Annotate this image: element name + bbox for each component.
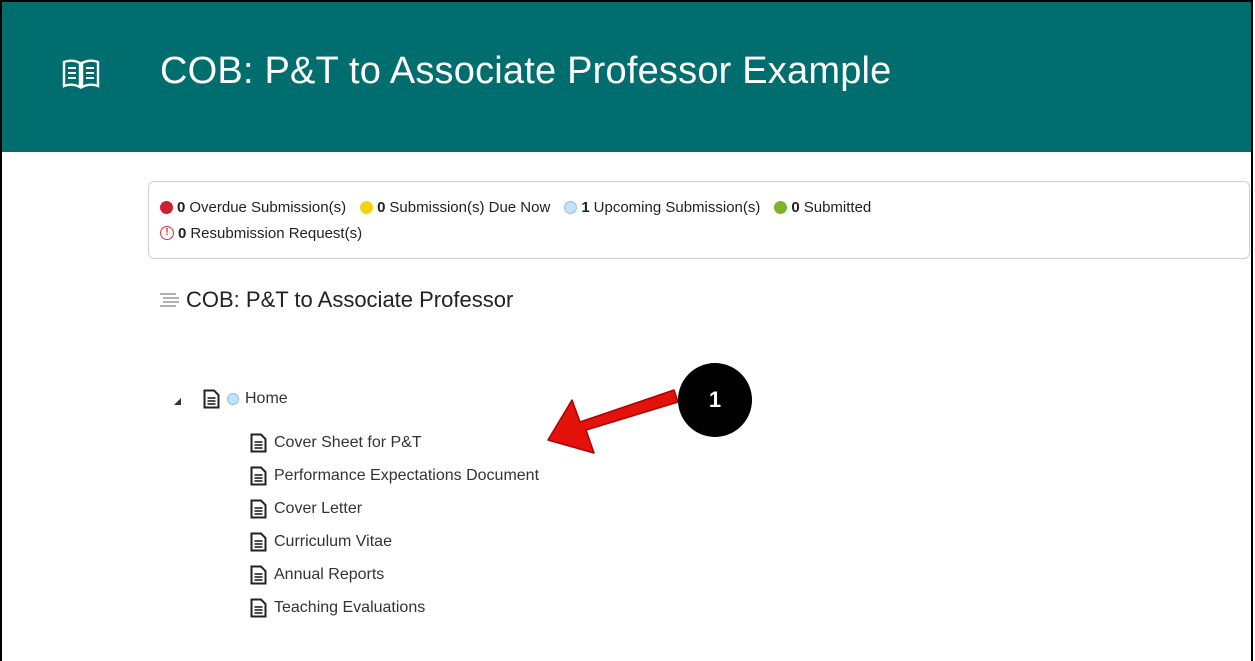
yellow-dot-icon [360, 200, 374, 214]
section-heading: COB: P&T to Associate Professor [160, 287, 513, 313]
document-icon [250, 532, 267, 551]
tree-node-cover-letter[interactable]: Cover Letter [250, 492, 539, 525]
red-dot-icon [160, 200, 173, 214]
exclamation-circle-icon: ! [160, 226, 174, 240]
overdue-count: 0 [177, 198, 186, 216]
light-blue-dot-icon [227, 393, 239, 405]
tree-node-label: Teaching Evaluations [274, 598, 426, 616]
status-line-1: 0 Overdue Submission(s) 0 Submission(s) … [160, 194, 1249, 220]
resubmission-label: Resubmission Request(s) [190, 224, 363, 242]
page-header: COB: P&T to Associate Professor Example [2, 2, 1251, 152]
document-icon [250, 598, 267, 617]
overdue-label: Overdue Submission(s) [189, 198, 347, 216]
tree-node-label: Performance Expectations Document [274, 466, 540, 484]
tree-node-performance-expectations[interactable]: Performance Expectations Document [250, 459, 539, 492]
tree-node-home[interactable]: Home [174, 389, 288, 409]
tree-node-label: Curriculum Vitae [274, 532, 392, 550]
light-blue-dot-icon [564, 200, 578, 214]
tree-node-teaching-evaluations[interactable]: Teaching Evaluations [250, 591, 539, 624]
document-icon [250, 466, 267, 485]
status-resubmission[interactable]: ! 0 Resubmission Request(s) [160, 225, 362, 242]
document-icon [250, 565, 267, 584]
section-title: COB: P&T to Associate Professor [186, 287, 514, 312]
upcoming-label: Upcoming Submission(s) [593, 198, 761, 216]
tree-node-label: Annual Reports [274, 565, 385, 583]
document-icon [203, 389, 220, 409]
status-line-2: ! 0 Resubmission Request(s) [160, 220, 1249, 246]
submitted-label: Submitted [803, 198, 872, 216]
list-lines-icon [160, 293, 179, 307]
green-dot-icon [774, 200, 788, 214]
page-title: COB: P&T to Associate Professor Example [160, 50, 892, 92]
tree-node-cover-sheet[interactable]: Cover Sheet for P&T [250, 426, 539, 459]
status-due-now[interactable]: 0 Submission(s) Due Now [360, 199, 550, 216]
document-icon [250, 433, 267, 452]
status-submitted[interactable]: 0 Submitted [774, 199, 871, 216]
due-now-count: 0 [377, 198, 386, 216]
book-icon [62, 59, 100, 89]
callout-number-badge: 1 [678, 363, 752, 437]
tree-node-annual-reports[interactable]: Annual Reports [250, 558, 539, 591]
due-now-label: Submission(s) Due Now [389, 198, 551, 216]
tree-node-curriculum-vitae[interactable]: Curriculum Vitae [250, 525, 539, 558]
expand-triangle-icon[interactable] [174, 397, 181, 405]
tree-node-label: Cover Letter [274, 499, 363, 517]
status-upcoming[interactable]: 1 Upcoming Submission(s) [564, 199, 760, 216]
submitted-count: 0 [791, 198, 800, 216]
status-overdue[interactable]: 0 Overdue Submission(s) [160, 199, 346, 216]
submission-status-summary: 0 Overdue Submission(s) 0 Submission(s) … [148, 181, 1250, 259]
tree-children: Cover Sheet for P&T Performance Expectat… [250, 426, 539, 624]
document-icon [250, 499, 267, 518]
tree-node-label: Cover Sheet for P&T [274, 433, 422, 451]
upcoming-count: 1 [581, 198, 590, 216]
resubmission-count: 0 [178, 224, 187, 242]
tree-node-label: Home [245, 390, 288, 407]
app-frame: COB: P&T to Associate Professor Example … [0, 0, 1253, 661]
